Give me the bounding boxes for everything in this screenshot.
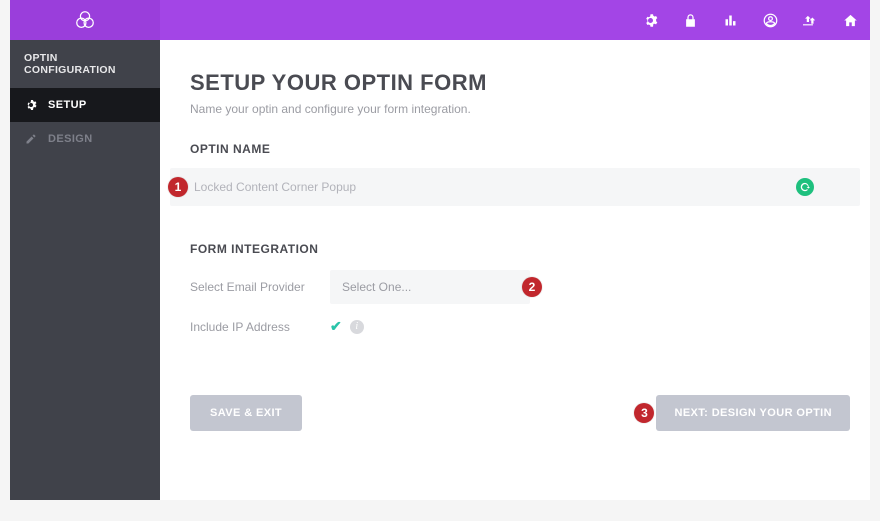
callout-1: 1 <box>168 177 188 197</box>
topbar-actions <box>630 0 870 40</box>
sidebar: OPTIN CONFIGURATION SETUP DESIGN <box>10 40 160 500</box>
sidebar-item-label: DESIGN <box>48 133 93 145</box>
pencil-icon <box>24 132 38 146</box>
sidebar-title: OPTIN CONFIGURATION <box>10 40 160 88</box>
gear-icon[interactable] <box>630 0 670 40</box>
callout-3: 3 <box>634 403 654 423</box>
callout-2: 2 <box>522 277 542 297</box>
section-form-integration: FORM INTEGRATION <box>190 242 830 256</box>
stats-icon[interactable] <box>710 0 750 40</box>
brand-logo[interactable] <box>10 0 160 40</box>
page-title: SETUP YOUR OPTIN FORM <box>190 70 830 96</box>
upload-icon[interactable] <box>790 0 830 40</box>
brand-logo-icon <box>74 9 96 31</box>
page-subtitle: Name your optin and configure your form … <box>190 102 830 116</box>
optin-name-input[interactable] <box>170 168 860 206</box>
provider-placeholder: Select One... <box>342 280 411 294</box>
section-optin-name: OPTIN NAME <box>190 142 830 156</box>
home-icon[interactable] <box>830 0 870 40</box>
sidebar-item-design[interactable]: DESIGN <box>10 122 160 156</box>
provider-label: Select Email Provider <box>190 280 330 294</box>
include-ip-label: Include IP Address <box>190 320 330 334</box>
grammarly-icon[interactable] <box>796 178 814 196</box>
next-design-button[interactable]: NEXT: DESIGN YOUR OPTIN <box>656 395 850 431</box>
gear-icon <box>24 98 38 112</box>
lock-icon[interactable] <box>670 0 710 40</box>
save-exit-button[interactable]: SAVE & EXIT <box>190 395 302 431</box>
sidebar-item-setup[interactable]: SETUP <box>10 88 160 122</box>
main-content: SETUP YOUR OPTIN FORM Name your optin an… <box>160 40 870 500</box>
user-icon[interactable] <box>750 0 790 40</box>
sidebar-item-label: SETUP <box>48 99 87 111</box>
include-ip-checkbox[interactable]: ✔ <box>330 318 342 335</box>
topbar <box>10 0 870 40</box>
provider-select[interactable]: Select One... <box>330 270 530 304</box>
info-icon[interactable]: i <box>350 320 364 334</box>
